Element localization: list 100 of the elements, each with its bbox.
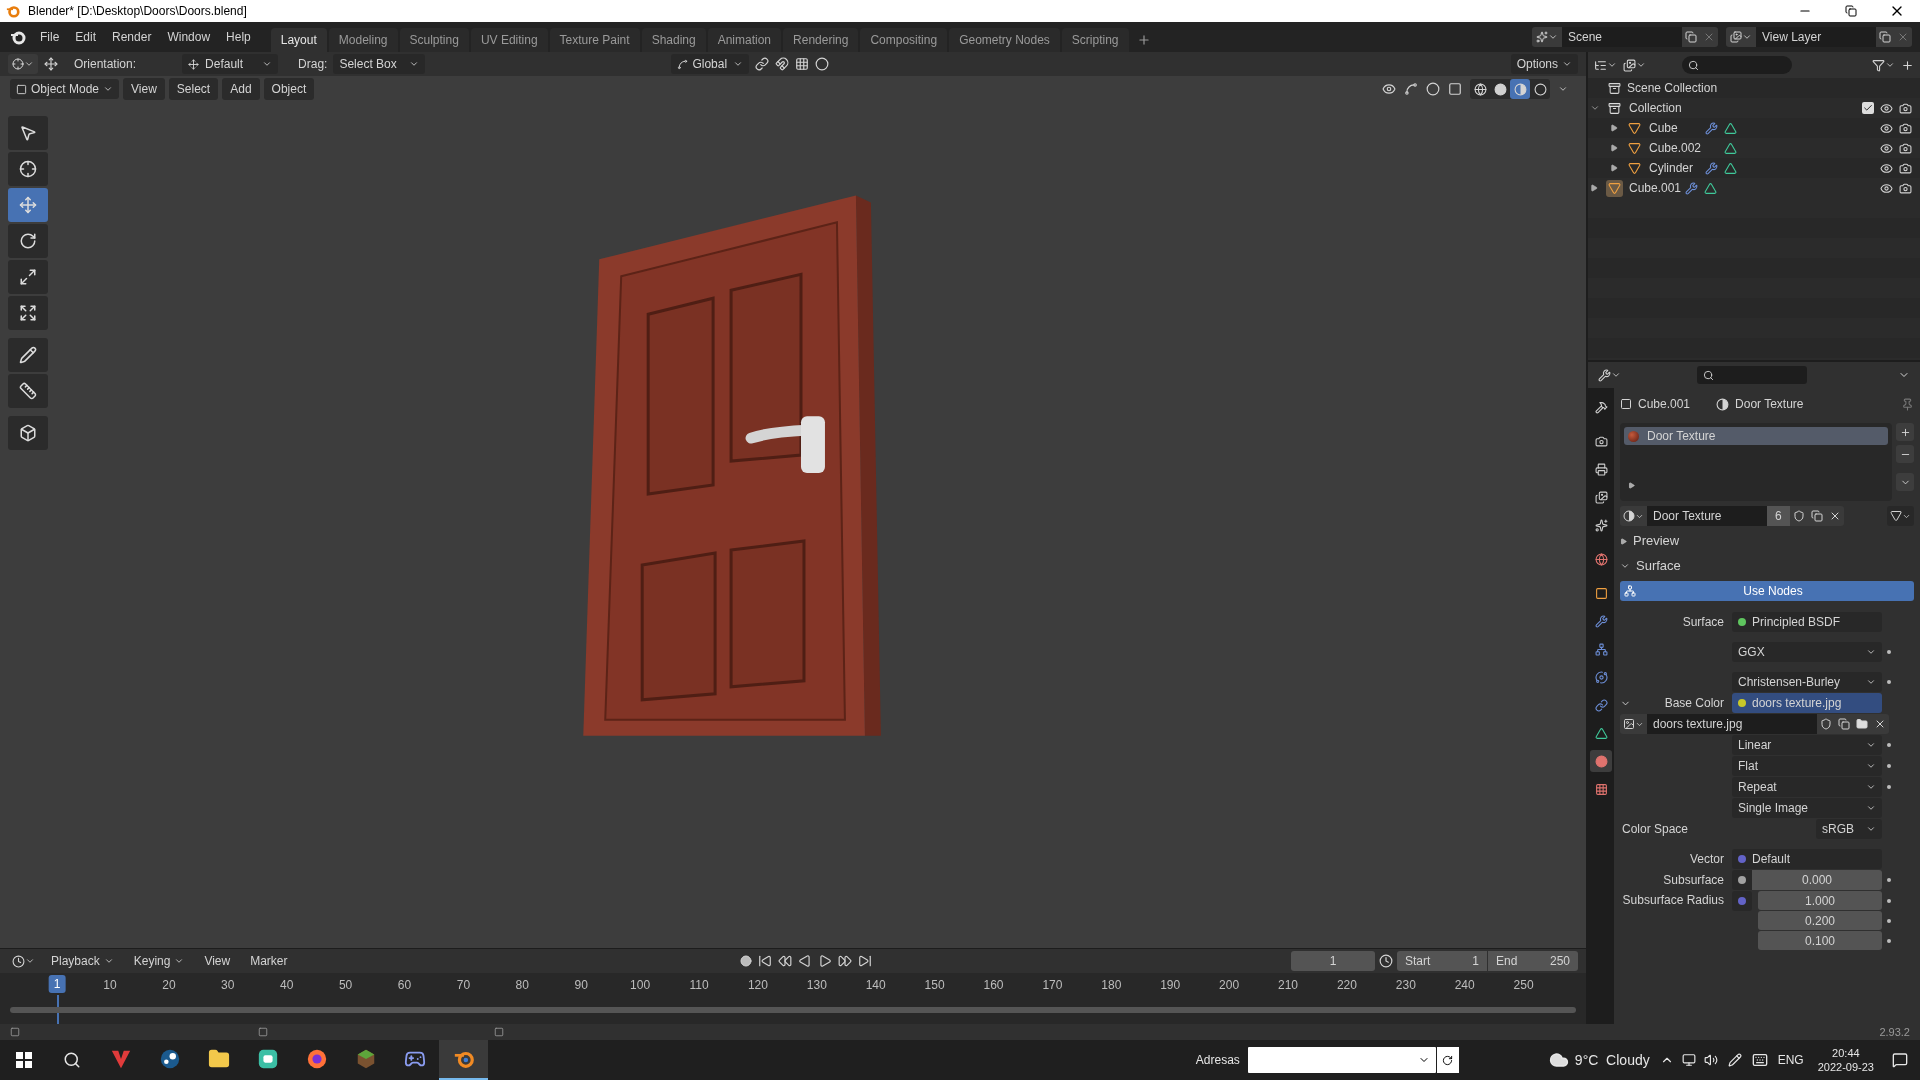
drag-label: Drag: (298, 56, 328, 73)
material-name-field[interactable]: Door Texture (1647, 506, 1767, 526)
menu-item[interactable]: Keying (125, 950, 193, 972)
dropdown[interactable]: Christensen-Burley (1732, 672, 1882, 692)
workspace-tab[interactable]: Scripting (1061, 28, 1129, 52)
frame-number: 200 (1219, 977, 1240, 994)
menu-item[interactable]: Object (263, 78, 315, 100)
property-label: Vector (1688, 851, 1725, 868)
frame-number: 70 (456, 977, 471, 994)
options-button[interactable]: Options (1510, 54, 1578, 74)
frame-number: 20 (162, 977, 176, 994)
menu-item[interactable]: Marker (242, 950, 296, 972)
dropdown[interactable]: Repeat (1732, 777, 1882, 797)
current-frame-marker[interactable]: 1 (48, 975, 66, 993)
frame-number: 180 (1101, 977, 1122, 994)
menu-item[interactable]: Render (104, 26, 160, 48)
end-frame-field[interactable]: End 250 (1488, 951, 1578, 971)
scene-collection-label[interactable]: Scene Collection (1627, 79, 1718, 97)
frame-number: 10 (103, 977, 117, 994)
frame-number: 190 (1160, 977, 1181, 994)
mode-dropdown[interactable]: Object Mode (10, 79, 120, 99)
outliner-item-label[interactable]: Cylinder (1649, 159, 1703, 177)
menu-item[interactable]: View (196, 950, 239, 972)
node-link-field[interactable]: Principled BSDF (1732, 612, 1882, 632)
use-nodes-button[interactable]: Use Nodes (1620, 581, 1914, 601)
menu-item[interactable]: View (123, 78, 165, 100)
workspace-tab[interactable]: Compositing (860, 28, 948, 52)
outliner-item-label[interactable]: Cube.002 (1649, 139, 1703, 157)
dropdown[interactable]: Linear (1732, 735, 1882, 755)
property-label: Subsurface (1662, 872, 1725, 889)
frame-number: 40 (280, 977, 294, 994)
dropdown[interactable]: Single Image (1732, 798, 1882, 818)
outliner-item-label[interactable]: Collection (1629, 99, 1683, 117)
property-label: Surface (1681, 614, 1725, 631)
scene-field[interactable]: Scene (1562, 27, 1682, 47)
language-indicator[interactable]: ENG (1777, 1051, 1804, 1069)
menu-item[interactable]: Playback (43, 950, 122, 972)
dropdown[interactable]: GGX (1732, 642, 1882, 662)
outliner-item-label[interactable]: Cube (1649, 119, 1703, 137)
workspace-tab[interactable]: Animation (707, 28, 782, 52)
orientation-dropdown[interactable]: Default (182, 54, 279, 74)
frame-number: 250 (1513, 977, 1534, 994)
drag-dropdown[interactable]: Select Box (333, 54, 426, 74)
frame-number: 160 (983, 977, 1004, 994)
workspace-tab[interactable]: Sculpting (399, 28, 469, 52)
frame-number: 90 (574, 977, 588, 994)
weather-text[interactable]: 9°C Cloudy (1574, 1049, 1650, 1071)
frame-number: 230 (1395, 977, 1416, 994)
frame-number: 140 (865, 977, 886, 994)
frame-number: 150 (924, 977, 945, 994)
breadcrumb-item: Cube.001 (1638, 396, 1691, 413)
frame-number: 240 (1454, 977, 1475, 994)
outliner-item-label[interactable]: Cube.001 (1629, 179, 1683, 197)
dropdown[interactable]: Flat (1732, 756, 1882, 776)
view-layer-field[interactable]: View Layer (1756, 27, 1876, 47)
menu-item[interactable]: Edit (67, 26, 105, 48)
address-label: Adresas (1195, 1052, 1240, 1069)
version-label: 2.93.2 (1879, 1024, 1910, 1040)
property-label: Base Color (1663, 695, 1725, 712)
frame-number: 100 (630, 977, 651, 994)
window-title: Blender* [D:\Desktop\Doors\Doors.blend] (28, 3, 247, 20)
frame-number: 210 (1278, 977, 1298, 994)
property-label: Subsurface Radius (1621, 892, 1725, 909)
frame-number: 110 (689, 977, 709, 994)
workspace-tab[interactable]: Rendering (783, 28, 859, 52)
clock-time[interactable]: 20:44 (1832, 1046, 1860, 1060)
node-link-field[interactable]: doors texture.jpg (1732, 693, 1882, 713)
workspace-tab[interactable]: Texture Paint (549, 28, 640, 52)
dropdown[interactable]: sRGB (1816, 819, 1882, 839)
panel-header[interactable]: Surface (1620, 556, 1914, 576)
breadcrumb-item: Door Texture (1735, 396, 1804, 413)
number-field[interactable]: 1.000 (1758, 891, 1882, 910)
frame-number: 120 (747, 977, 768, 994)
workspace-tab[interactable]: Layout (270, 28, 327, 52)
menu-item[interactable]: Select (168, 78, 219, 100)
image-name-field[interactable]: doors texture.jpg (1647, 714, 1817, 734)
menu-item[interactable]: Add (222, 78, 260, 100)
transform-orientation-dropdown[interactable]: Global (671, 54, 750, 74)
frame-number: 30 (221, 977, 235, 994)
menu-item[interactable]: Help (218, 26, 259, 48)
material-slot[interactable]: Door Texture (1624, 427, 1888, 445)
workspace-tab[interactable]: Shading (641, 28, 706, 52)
node-link-field[interactable]: Default (1732, 849, 1882, 869)
number-field[interactable]: 0.100 (1758, 931, 1882, 950)
frame-number: 60 (397, 977, 412, 994)
workspace-tab[interactable]: Geometry Nodes (949, 28, 1060, 52)
current-frame-field[interactable]: 1 (1291, 951, 1375, 971)
workspace-tab[interactable]: UV Editing (470, 28, 548, 52)
panel-header[interactable]: Preview (1620, 531, 1914, 551)
start-frame-field[interactable]: Start 1 (1397, 951, 1487, 971)
number-field[interactable]: 0.000 (1752, 870, 1882, 890)
user-count[interactable]: 6 (1767, 506, 1790, 526)
frame-number: 220 (1336, 977, 1357, 994)
property-label: Color Space (1621, 821, 1690, 838)
workspace-tab[interactable]: Modeling (328, 28, 398, 52)
menu-item[interactable]: Window (159, 26, 219, 48)
menu-item[interactable]: File (32, 26, 68, 48)
clock-date[interactable]: 2022-09-23 (1817, 1060, 1874, 1074)
number-field[interactable]: 0.200 (1758, 911, 1882, 930)
frame-number: 50 (338, 977, 353, 994)
